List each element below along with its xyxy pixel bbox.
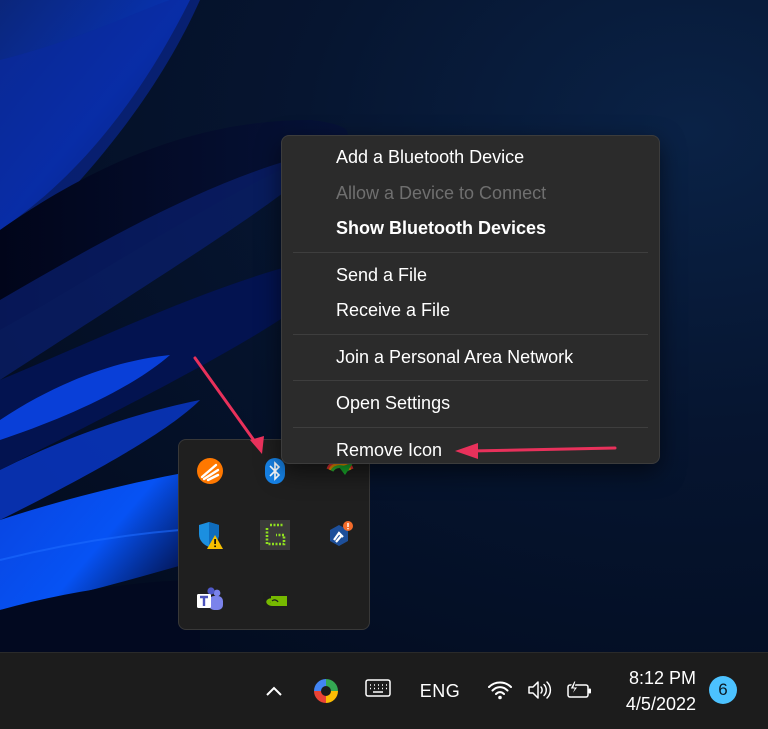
menu-item-remove-icon[interactable]: Remove Icon [282,433,659,469]
input-language-indicator[interactable]: ENG [416,679,464,703]
menu-item-show-bluetooth-devices[interactable]: Show Bluetooth Devices [282,211,659,247]
clock-time: 8:12 PM [628,668,696,688]
menu-item-allow-device-to-connect: Allow a Device to Connect [336,182,547,203]
app-update-alert-icon[interactable] [325,520,355,550]
touch-keyboard-button[interactable] [364,677,392,699]
taskbar: ENG 8:12 PM 4/5/2022 [0,652,768,729]
speaker-icon[interactable] [526,677,554,703]
bluetooth-context-menu: Add a Bluetooth Device Allow a Device to… [281,135,660,464]
menu-item-send-file[interactable]: Send a File [282,258,659,294]
system-clock[interactable]: 8:12 PM 4/5/2022 [626,665,696,717]
keyboard-icon [365,679,391,697]
menu-separator [293,251,648,253]
menu-separator [293,426,648,428]
greenshot-icon[interactable] [260,520,290,550]
wifi-icon[interactable] [486,677,514,703]
menu-item-add-bluetooth-device[interactable]: Add a Bluetooth Device [282,140,659,176]
screen-recorder-icon[interactable] [312,677,340,705]
menu-item-receive-file[interactable]: Receive a File [282,293,659,329]
menu-separator [293,333,648,335]
menu-separator [293,380,648,381]
clock-date: 4/5/2022 [625,694,696,714]
avast-icon[interactable] [195,456,225,486]
windows-security-warning-icon[interactable] [195,520,225,550]
nvidia-icon[interactable] [260,585,290,615]
microsoft-teams-icon[interactable] [195,585,225,615]
chevron-up-icon [266,686,282,696]
menu-item-join-personal-area-network[interactable]: Join a Personal Area Network [282,340,659,376]
menu-item-open-settings[interactable]: Open Settings [282,386,659,422]
show-hidden-icons-button[interactable] [262,679,286,703]
battery-charging-icon[interactable] [564,677,594,703]
notification-count-badge[interactable]: 6 [709,676,737,704]
